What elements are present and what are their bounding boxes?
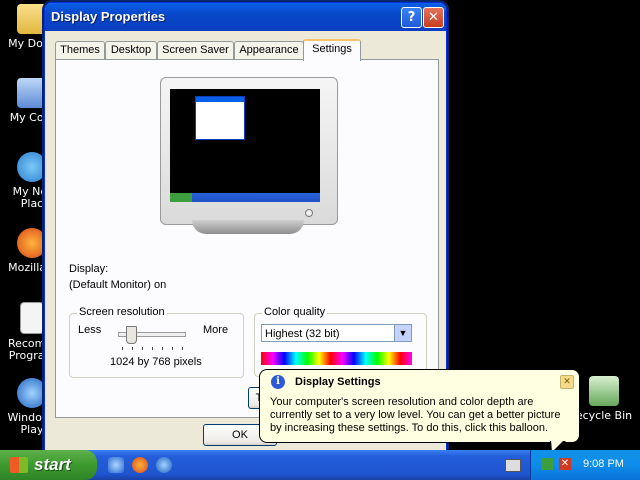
color-quality-title: Color quality xyxy=(262,306,328,318)
resolution-value: 1024 by 768 pixels xyxy=(110,356,202,368)
resolution-slider-thumb[interactable] xyxy=(126,326,138,344)
desktop-icon-label: ecycle Bin xyxy=(575,409,633,422)
color-quality-select[interactable]: Highest (32 bit) ▼ xyxy=(261,324,412,342)
power-button-icon xyxy=(305,209,313,217)
media-player-quicklaunch-icon[interactable] xyxy=(156,457,172,473)
slider-more-label: More xyxy=(203,324,229,336)
folder-icon xyxy=(17,4,47,34)
chevron-down-icon[interactable]: ▼ xyxy=(394,325,411,341)
keyboard-icon[interactable] xyxy=(505,459,521,472)
firefox-quicklaunch-icon[interactable] xyxy=(132,457,148,473)
tab-desktop[interactable]: Desktop xyxy=(105,41,157,59)
display-settings-balloon[interactable]: i Display Settings ✕ Your computer's scr… xyxy=(259,369,580,455)
monitor-screen xyxy=(170,89,320,202)
color-quality-group: Color quality Highest (32 bit) ▼ xyxy=(254,306,427,377)
screen-resolution-group: Screen resolution Less More 1024 by 768 … xyxy=(69,306,244,378)
tab-settings[interactable]: Settings xyxy=(303,39,361,61)
network-globe-icon xyxy=(17,152,47,182)
windows-flag-icon xyxy=(10,457,28,473)
monitor-preview xyxy=(160,77,338,225)
firefox-icon xyxy=(17,228,47,258)
help-button[interactable]: ? xyxy=(401,7,422,28)
start-button[interactable]: start xyxy=(0,450,97,480)
display-label: Display: xyxy=(69,263,109,275)
tab-screen-saver[interactable]: Screen Saver xyxy=(157,41,234,59)
settings-panel: Display: (Default Monitor) on Screen res… xyxy=(55,59,439,418)
dialog-title: Display Properties xyxy=(51,9,166,24)
display-settings-tray-icon[interactable]: ✕ xyxy=(559,458,571,470)
clock: 9:08 PM xyxy=(583,458,624,470)
close-button[interactable]: ✕ xyxy=(423,7,444,28)
tab-appearance[interactable]: Appearance xyxy=(234,41,304,59)
preview-taskbar xyxy=(170,193,320,202)
network-icon[interactable] xyxy=(541,458,553,470)
display-value: (Default Monitor) on xyxy=(69,279,167,291)
taskbar: start ✕ 9:08 PM xyxy=(0,450,640,480)
title-bar[interactable]: Display Properties ? ✕ xyxy=(45,3,446,31)
balloon-message: Your computer's screen resolution and co… xyxy=(270,396,561,434)
screen-resolution-title: Screen resolution xyxy=(77,306,167,318)
color-spectrum-bar xyxy=(261,352,412,365)
balloon-title: Display Settings xyxy=(295,376,381,388)
monitor-stand xyxy=(192,220,304,234)
balloon-close-button[interactable]: ✕ xyxy=(560,375,574,389)
preview-window xyxy=(195,96,245,140)
color-quality-selected: Highest (32 bit) xyxy=(265,328,340,340)
computer-icon xyxy=(17,78,47,108)
show-desktop-icon[interactable] xyxy=(108,457,124,473)
tab-themes[interactable]: Themes xyxy=(55,41,105,59)
slider-less-label: Less xyxy=(78,324,102,336)
start-label: start xyxy=(34,455,71,474)
media-player-icon xyxy=(17,378,47,408)
desktop-icon-recycle-bin[interactable]: ecycle Bin xyxy=(572,376,636,422)
system-tray: ✕ 9:08 PM xyxy=(505,450,640,480)
info-icon: i xyxy=(271,375,285,389)
document-icon xyxy=(20,302,44,334)
recycle-bin-icon xyxy=(589,376,619,406)
